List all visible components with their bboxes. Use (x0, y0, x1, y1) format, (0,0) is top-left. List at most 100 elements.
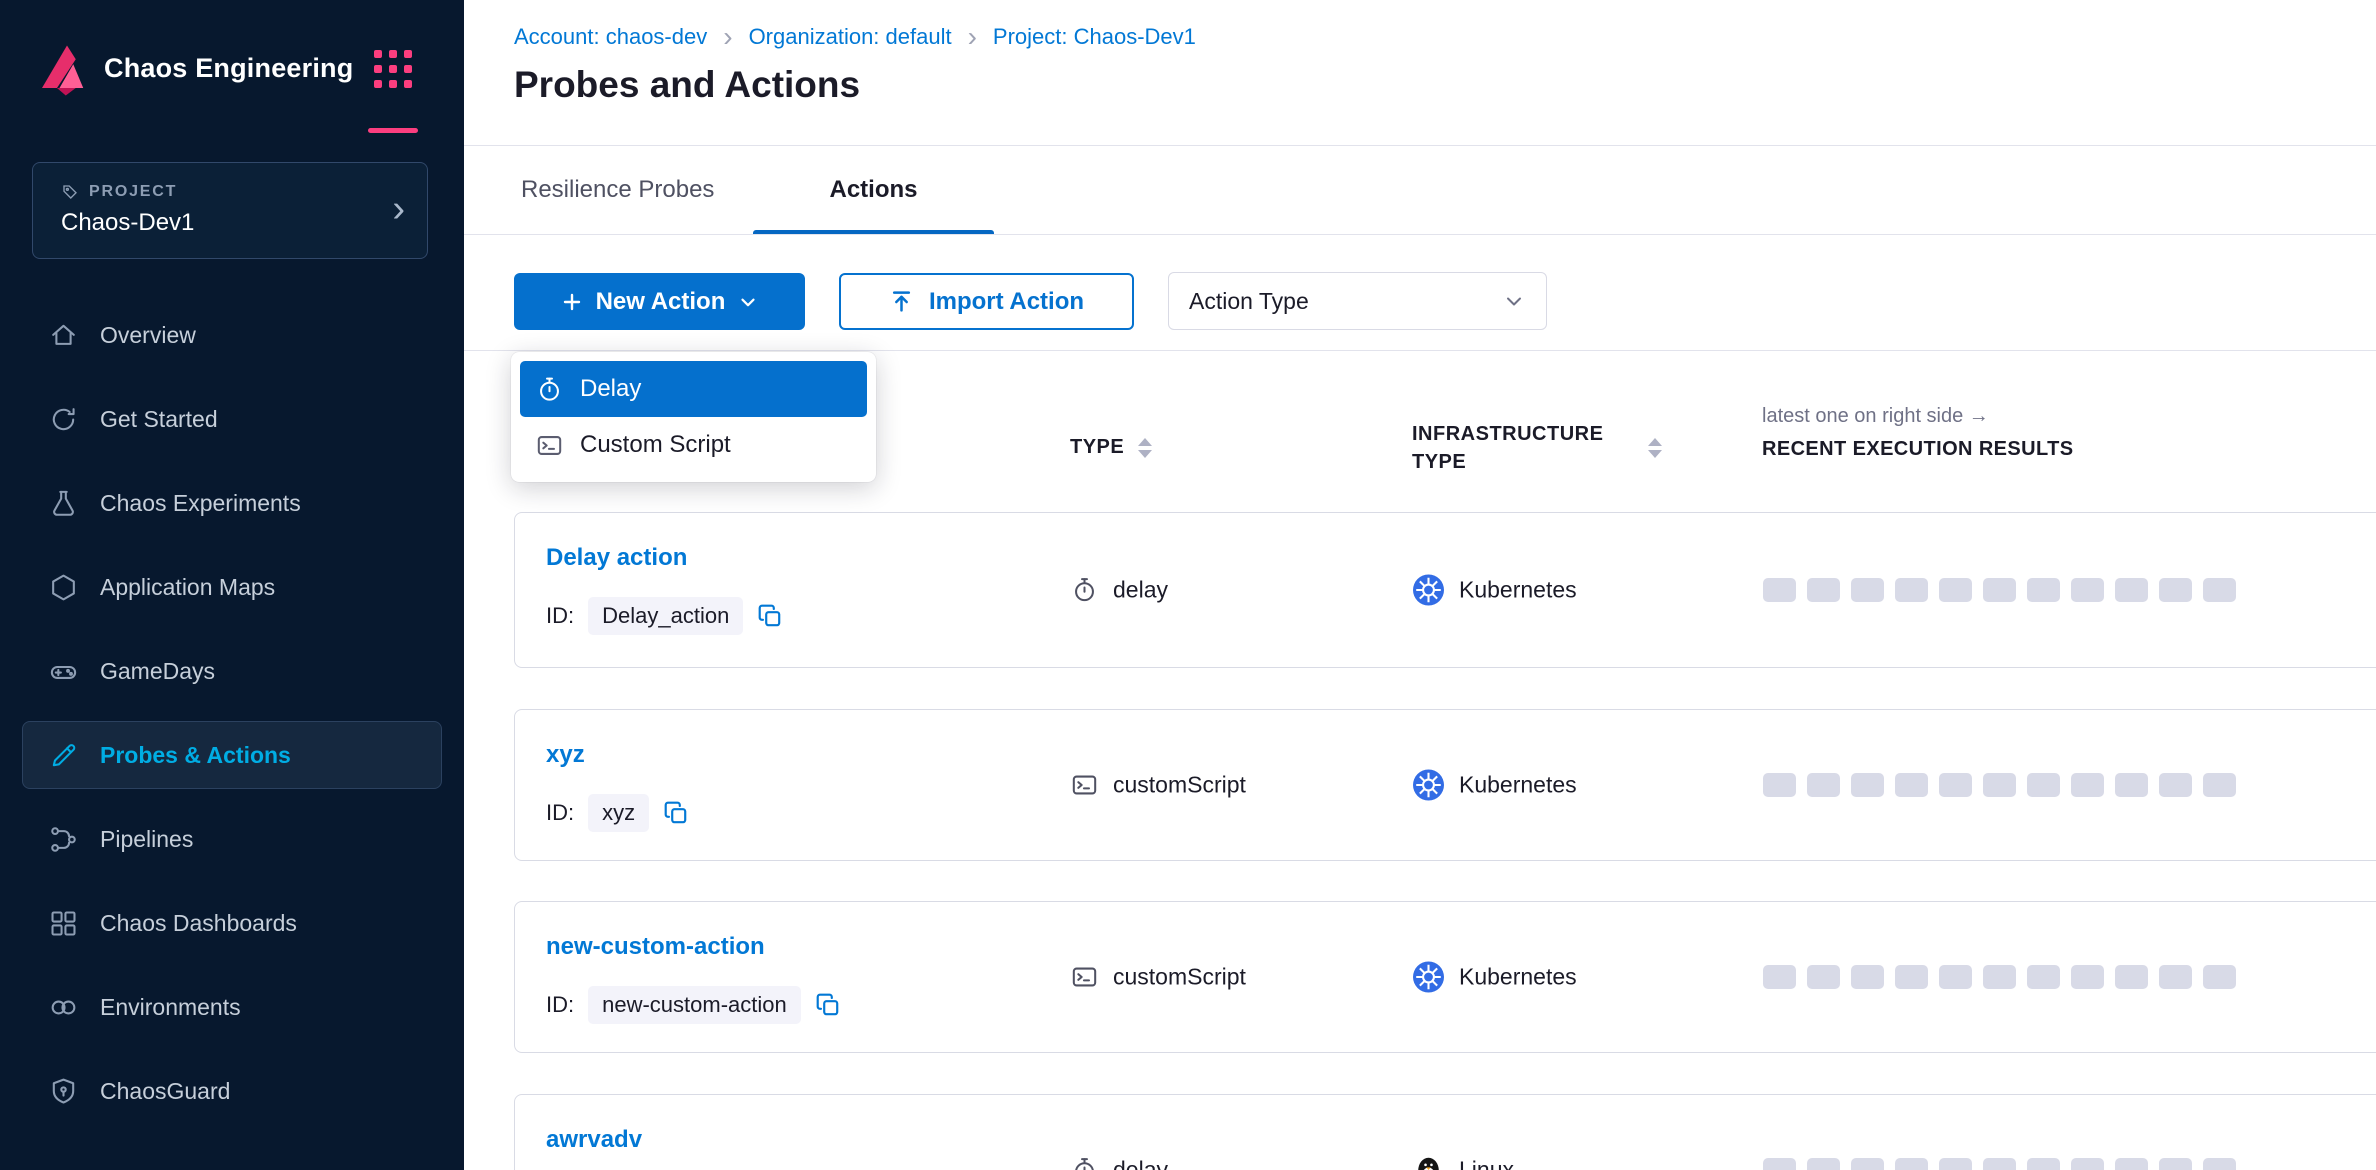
action-id-chip: Delay_action (588, 597, 743, 635)
menu-item-delay[interactable]: Delay (520, 361, 867, 417)
execution-result-slot (1983, 965, 2016, 989)
breadcrumb-separator: › (968, 25, 977, 49)
stopwatch-icon (1071, 577, 1098, 604)
execution-result-slot (2115, 578, 2148, 602)
sidebar-item-label: Pipelines (100, 826, 193, 853)
linux-icon (1413, 1155, 1444, 1170)
kubernetes-icon (1413, 770, 1444, 801)
sort-icon[interactable] (1138, 438, 1152, 458)
page-title: Probes and Actions (514, 64, 860, 106)
action-type-select[interactable]: Action Type (1168, 272, 1547, 330)
sidebar: Chaos Engineering PROJECT Chaos-Dev1 › O… (0, 0, 464, 1170)
sidebar-item-label: Get Started (100, 406, 218, 433)
table-row: new-custom-action ID: new-custom-action … (514, 901, 2376, 1053)
get-started-icon (48, 404, 79, 435)
terminal-icon (536, 432, 563, 459)
execution-result-slot (1939, 1158, 1972, 1170)
divider (464, 145, 2376, 146)
id-label: ID: (546, 603, 574, 629)
execution-result-slot (2159, 1158, 2192, 1170)
execution-result-slot (2071, 1158, 2104, 1170)
project-selector[interactable]: PROJECT Chaos-Dev1 › (32, 162, 428, 259)
environments-icon (48, 992, 79, 1023)
execution-result-slot (1983, 773, 2016, 797)
divider (464, 350, 2376, 351)
sidebar-item-gamedays[interactable]: GameDays (22, 629, 442, 713)
sort-icon[interactable] (1648, 438, 1662, 458)
dashboards-icon (48, 908, 79, 939)
execution-result-slot (1939, 965, 1972, 989)
sidebar-item-get-started[interactable]: Get Started (22, 377, 442, 461)
chaos-engineering-logo-icon (32, 38, 92, 98)
action-id-chip: new-custom-action (588, 986, 801, 1024)
sidebar-item-chaos-dashboards[interactable]: Chaos Dashboards (22, 881, 442, 965)
execution-result-slot (1895, 965, 1928, 989)
sidebar-item-probes-actions[interactable]: Probes & Actions (22, 713, 442, 797)
action-name-link[interactable]: awrvadv (546, 1123, 642, 1157)
action-name-link[interactable]: xyz (546, 738, 585, 772)
sidebar-item-application-maps[interactable]: Application Maps (22, 545, 442, 629)
tab-resilience-probes[interactable]: Resilience Probes (521, 146, 714, 234)
breadcrumb-separator: › (723, 25, 732, 49)
terminal-icon (1071, 964, 1098, 991)
execution-result-slot (2071, 965, 2104, 989)
copy-icon[interactable] (815, 992, 841, 1018)
execution-result-slot (1895, 578, 1928, 602)
import-action-label: Import Action (929, 288, 1084, 316)
execution-result-slot (1983, 578, 2016, 602)
column-header-type: TYPE (1070, 436, 1152, 459)
execution-result-slot (2159, 965, 2192, 989)
sidebar-item-chaosguard[interactable]: ChaosGuard (22, 1049, 442, 1133)
table-row: xyz ID: xyz customScript Kubernetes (514, 709, 2376, 861)
chevron-right-icon: › (392, 189, 405, 229)
id-label: ID: (546, 800, 574, 826)
shield-lock-icon (48, 1076, 79, 1107)
execution-result-slot (1851, 1158, 1884, 1170)
execution-result-slot (1851, 965, 1884, 989)
table-row: Delay action ID: Delay_action delay Kube… (514, 512, 2376, 668)
type-cell: customScript (1071, 772, 1246, 799)
action-name-link[interactable]: new-custom-action (546, 930, 765, 964)
execution-result-slot (1763, 578, 1796, 602)
upload-icon (889, 289, 914, 314)
flask-icon (48, 488, 79, 519)
execution-result-slot (2027, 578, 2060, 602)
execution-result-slot (2159, 578, 2192, 602)
action-name-link[interactable]: Delay action (546, 541, 687, 575)
id-label: ID: (546, 992, 574, 1018)
sidebar-item-pipelines[interactable]: Pipelines (22, 797, 442, 881)
tab-actions[interactable]: Actions (753, 146, 994, 234)
stopwatch-icon (536, 376, 563, 403)
execution-result-slot (1807, 773, 1840, 797)
home-icon (48, 320, 79, 351)
execution-result-slot (2203, 1158, 2236, 1170)
sidebar-header: Chaos Engineering (0, 0, 464, 150)
execution-result-slot (2115, 965, 2148, 989)
execution-result-slot (2071, 773, 2104, 797)
import-action-button[interactable]: Import Action (839, 273, 1134, 330)
execution-result-slot (1807, 965, 1840, 989)
execution-result-slot (1851, 578, 1884, 602)
copy-icon[interactable] (757, 603, 783, 629)
copy-icon[interactable] (663, 800, 689, 826)
terminal-icon (1071, 772, 1098, 799)
breadcrumb: Account: chaos-dev › Organization: defau… (514, 24, 1196, 50)
menu-item-label: Delay (580, 375, 641, 403)
new-action-label: New Action (596, 288, 726, 316)
breadcrumb-project[interactable]: Project: Chaos-Dev1 (993, 24, 1196, 50)
sidebar-item-environments[interactable]: Environments (22, 965, 442, 1049)
menu-item-label: Custom Script (580, 431, 731, 459)
sidebar-item-overview[interactable]: Overview (22, 293, 442, 377)
execution-result-slot (1763, 1158, 1796, 1170)
menu-item-custom-script[interactable]: Custom Script (520, 417, 867, 473)
chevron-down-icon (1502, 289, 1526, 313)
infrastructure-cell: Linux (1413, 1155, 1514, 1170)
breadcrumb-organization[interactable]: Organization: default (749, 24, 952, 50)
execution-result-slot (1895, 773, 1928, 797)
module-grid-icon[interactable] (374, 50, 418, 90)
application-maps-icon (48, 572, 79, 603)
plus-icon (560, 290, 584, 314)
breadcrumb-account[interactable]: Account: chaos-dev (514, 24, 707, 50)
new-action-button[interactable]: New Action (514, 273, 805, 330)
sidebar-item-chaos-experiments[interactable]: Chaos Experiments (22, 461, 442, 545)
